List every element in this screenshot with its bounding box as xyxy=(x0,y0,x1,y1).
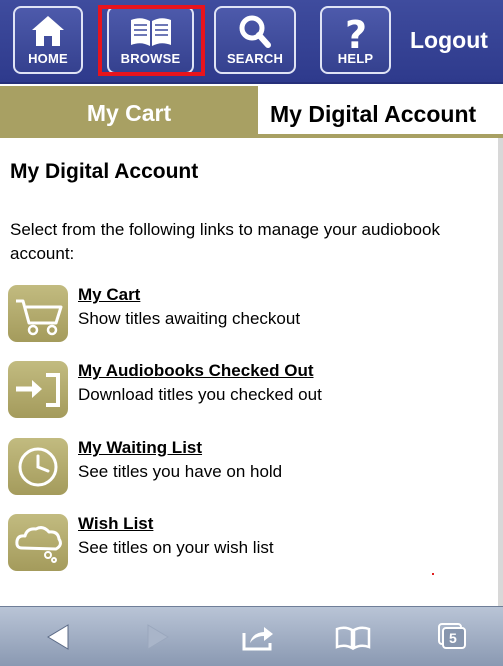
list-item-wish-list[interactable]: Wish List See titles on your wish list xyxy=(8,514,488,574)
checked-out-link[interactable]: My Audiobooks Checked Out xyxy=(78,361,314,381)
tab-underline-divider xyxy=(0,134,503,138)
question-mark-icon: ? xyxy=(344,13,366,54)
search-label: SEARCH xyxy=(226,51,284,66)
page-title: My Digital Account xyxy=(10,160,199,183)
list-item-checked-out[interactable]: My Audiobooks Checked Out Download title… xyxy=(8,361,488,421)
intro-text: Select from the following links to manag… xyxy=(10,220,440,263)
scrollbar-track xyxy=(498,138,503,608)
share-icon[interactable] xyxy=(240,621,276,653)
list-item-my-cart[interactable]: My Cart Show titles awaiting checkout xyxy=(8,285,488,345)
cloud-icon xyxy=(8,514,68,571)
checked-out-description: Download titles you checked out xyxy=(78,385,322,404)
top-nav-bar: HOME BROWSE SEARCH ? HELP Logout xyxy=(0,0,503,84)
cart-icon xyxy=(8,285,68,342)
help-label: HELP xyxy=(337,51,374,66)
home-label: HOME xyxy=(28,51,68,66)
clock-icon xyxy=(8,438,68,495)
wish-list-link[interactable]: Wish List xyxy=(78,514,153,534)
browser-toolbar: 5 xyxy=(0,606,503,666)
list-item-waiting-list[interactable]: My Waiting List See titles you have on h… xyxy=(8,438,488,498)
home-icon xyxy=(32,16,64,46)
tabs-button[interactable]: 5 xyxy=(436,621,468,651)
home-button[interactable]: HOME xyxy=(13,6,83,74)
waiting-list-description: See titles you have on hold xyxy=(78,462,283,481)
tabs-count: 5 xyxy=(449,630,457,646)
wish-list-description: See titles on your wish list xyxy=(78,538,274,557)
svg-text:?: ? xyxy=(344,13,366,54)
search-icon xyxy=(239,15,271,48)
stray-mark xyxy=(432,573,434,575)
waiting-list-link[interactable]: My Waiting List xyxy=(78,438,202,458)
tab-my-cart[interactable]: My Cart xyxy=(0,86,258,138)
forward-arrow-icon[interactable] xyxy=(142,621,172,653)
back-arrow-icon[interactable] xyxy=(44,621,74,653)
browse-highlight-box xyxy=(98,5,205,76)
my-cart-description: Show titles awaiting checkout xyxy=(78,309,301,328)
tab-my-digital-account[interactable]: My Digital Account xyxy=(258,86,503,138)
account-tabs: My Cart My Digital Account xyxy=(0,86,503,138)
help-button[interactable]: ? HELP xyxy=(320,6,391,74)
my-cart-link[interactable]: My Cart xyxy=(78,285,140,305)
download-arrow-icon xyxy=(8,361,68,418)
bookmarks-icon[interactable] xyxy=(333,621,373,653)
search-button[interactable]: SEARCH xyxy=(214,6,296,74)
logout-link[interactable]: Logout xyxy=(410,27,488,54)
